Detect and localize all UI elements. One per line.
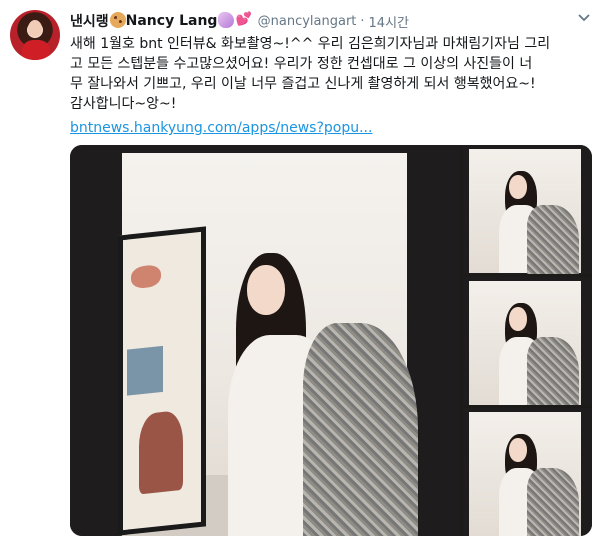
photo-model-coat (303, 323, 418, 536)
tweet-text-line: 무 잘나와서 기쁘고, 우리 이날 너무 즐겁고 신나게 촬영하게 되서 행복했… (70, 76, 536, 92)
user-handle[interactable]: @nancylangart (258, 14, 357, 29)
tweet-header: 낸시랭 Nancy Lang 💕 @nancylangart · 14시간 (70, 11, 409, 31)
two-hearts-emoji-icon: 💕 (235, 12, 252, 27)
thumb-model-coat (527, 468, 579, 536)
media-photo-main[interactable] (70, 145, 460, 536)
article-link[interactable]: bntnews.hankyung.com/apps/news?popu... (70, 118, 372, 138)
frame-art-shape (139, 409, 183, 495)
tweet-text-line: 고 모든 스텝분들 수고많으셨어요! 우리가 정한 컨셉대로 그 이상의 사진들… (70, 56, 533, 72)
frame-art-shape (127, 345, 163, 396)
avatar[interactable] (10, 10, 60, 60)
tweet-text-line: 감사합니다~앙~! (70, 96, 177, 112)
more-options-button[interactable] (578, 14, 590, 24)
tweet-text-line: 새해 1월호 bnt 인터뷰& 화보촬영~!^^ 우리 김은희기자님과 마채림기… (70, 36, 551, 52)
thumb-model-face (509, 175, 527, 199)
thumb-model-face (509, 438, 527, 462)
display-name-suffix[interactable]: Nancy Lang (126, 13, 218, 29)
thumb-model-coat (527, 337, 579, 405)
avatar-face (28, 20, 42, 37)
media-photo-thumb-1[interactable] (463, 145, 592, 274)
frame-art-shape (131, 264, 161, 290)
media-photo-thumb-2[interactable] (463, 277, 592, 405)
media-photo-thumb-3[interactable] (463, 408, 592, 536)
thumb-model-face (509, 307, 527, 331)
tweet-card: 낸시랭 Nancy Lang 💕 @nancylangart · 14시간 새해… (0, 0, 600, 548)
separator-dot: · (360, 13, 365, 29)
display-name[interactable]: 낸시랭 (70, 11, 109, 31)
unicorn-emoji-icon (218, 12, 235, 28)
tweet-text: 새해 1월호 bnt 인터뷰& 화보촬영~!^^ 우리 김은희기자님과 마채림기… (70, 34, 592, 114)
thumb-model-coat (527, 205, 579, 274)
cookie-emoji-icon (109, 12, 126, 28)
photo-picture-frame (118, 226, 206, 536)
media-grid (70, 145, 592, 536)
avatar-dress (22, 40, 50, 60)
photo-model-face (247, 265, 285, 315)
tweet-timestamp[interactable]: 14시간 (369, 12, 409, 31)
chevron-down-icon (578, 14, 590, 22)
